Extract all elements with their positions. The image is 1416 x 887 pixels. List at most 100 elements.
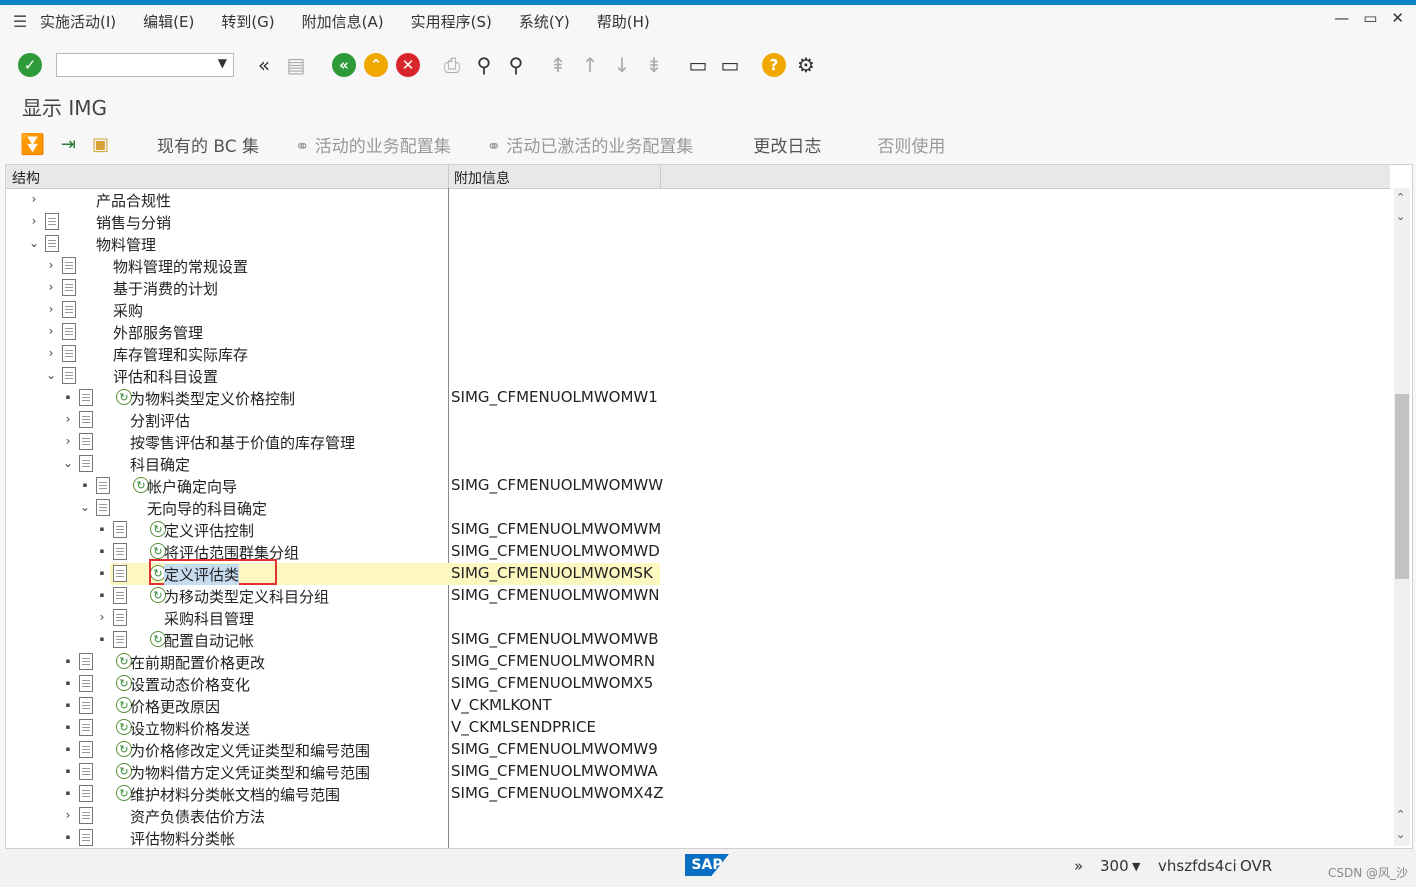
expand-node-icon[interactable]: › xyxy=(28,192,40,206)
document-icon[interactable] xyxy=(79,697,93,714)
tree-node-label[interactable]: 评估物料分类帐 xyxy=(130,828,235,848)
menu-item-goto[interactable]: 转到(G) xyxy=(221,11,274,32)
green-back-icon[interactable]: « xyxy=(330,51,358,79)
expand-node-icon[interactable]: › xyxy=(28,214,40,228)
document-icon[interactable] xyxy=(113,521,127,538)
tree-node-label[interactable]: 科目确定 xyxy=(130,454,190,475)
document-icon[interactable] xyxy=(79,719,93,736)
col-info[interactable]: 附加信息 xyxy=(454,168,510,188)
tree-node-label[interactable]: 价格更改原因 xyxy=(130,696,220,717)
new-session-icon[interactable]: ▭ xyxy=(684,51,712,79)
tree-node-label[interactable]: 物料管理 xyxy=(96,234,156,255)
tree-row[interactable]: ▪ ↻ 维护材料分类帐文档的编号范围 SIMG_CFMENUOLMWOMX4Z xyxy=(6,783,1390,805)
column-divider[interactable] xyxy=(660,165,661,188)
orange-up-icon[interactable]: ⌃ xyxy=(362,51,390,79)
usage-button[interactable]: 否则使用 xyxy=(877,132,945,157)
tree-node-label[interactable]: 为物料借方定义凭证类型和编号范围 xyxy=(130,762,370,783)
scroll-up-icon[interactable]: ⌃ xyxy=(1396,191,1405,204)
menu-item-help[interactable]: 帮助(H) xyxy=(597,11,650,32)
tree-node-label[interactable]: 设置动态价格变化 xyxy=(130,674,250,695)
tree-row[interactable]: › 分割评估 xyxy=(6,409,1390,431)
tree-node-label[interactable]: 维护材料分类帐文档的编号范围 xyxy=(130,784,340,805)
close-icon[interactable]: ✕ xyxy=(1391,9,1404,27)
document-icon[interactable] xyxy=(96,477,110,494)
collapse-icon[interactable]: ⏬ xyxy=(20,132,45,156)
tree-row[interactable]: › 资产负债表估价方法 xyxy=(6,805,1390,827)
tree-node-label[interactable]: 设立物料价格发送 xyxy=(130,718,250,739)
shortcut-icon[interactable]: ▭ xyxy=(716,51,744,79)
tree-row[interactable]: › 销售与分销 xyxy=(6,211,1390,233)
tree-row[interactable]: › 外部服务管理 xyxy=(6,321,1390,343)
expand-node-icon[interactable]: › xyxy=(62,434,74,448)
tree-node-label[interactable]: 采购 xyxy=(113,300,143,321)
document-icon[interactable] xyxy=(113,543,127,560)
tree-node-label[interactable]: 库存管理和实际库存 xyxy=(113,344,248,365)
menu-item-system[interactable]: 系统(Y) xyxy=(519,11,570,32)
document-icon[interactable] xyxy=(79,433,93,450)
document-icon[interactable] xyxy=(79,411,93,428)
col-structure[interactable]: 结构 xyxy=(12,168,40,188)
tree-row[interactable]: ▪ ↻ 在前期配置价格更改 SIMG_CFMENUOLMWOMRN xyxy=(6,651,1390,673)
tree-row[interactable]: ▪ ↻ 定义评估类 SIMG_CFMENUOLMWOMSK xyxy=(6,559,1390,585)
tree-node-label[interactable]: 评估和科目设置 xyxy=(113,366,218,387)
tree-row[interactable]: ▪ ↻ 帐户确定向导 SIMG_CFMENUOLMWOMWW xyxy=(6,475,1390,497)
tree-row[interactable]: ▪ ↻ 定义评估控制 SIMG_CFMENUOLMWOMWM xyxy=(6,519,1390,541)
tree-node-label[interactable]: 无向导的科目确定 xyxy=(147,498,267,519)
status-expand-icon[interactable]: » xyxy=(1074,857,1083,875)
tree-row[interactable]: › 基于消费的计划 xyxy=(6,277,1390,299)
tree-row[interactable]: › 库存管理和实际库存 xyxy=(6,343,1390,365)
document-icon[interactable] xyxy=(96,499,110,516)
tree-node-label[interactable]: 在前期配置价格更改 xyxy=(130,652,265,673)
find-icon[interactable]: ⚲ xyxy=(470,51,498,79)
document-icon[interactable] xyxy=(113,609,127,626)
tree-row[interactable]: › 物料管理的常规设置 xyxy=(6,255,1390,277)
scrollbar-thumb[interactable] xyxy=(1395,394,1409,579)
tree-row[interactable]: ▪ ↻ 设置动态价格变化 SIMG_CFMENUOLMWOMX5 xyxy=(6,673,1390,695)
tree-node-label[interactable]: 基于消费的计划 xyxy=(113,278,218,299)
tree-row[interactable]: ▪ ↻ 为移动类型定义科目分组 SIMG_CFMENUOLMWOMWN xyxy=(6,585,1390,607)
tree-row[interactable]: ▪ ↻ 为物料借方定义凭证类型和编号范围 SIMG_CFMENUOLMWOMWA xyxy=(6,761,1390,783)
tree-row[interactable]: ▪ ↻ 为物料类型定义价格控制 SIMG_CFMENUOLMWOMW1 xyxy=(6,387,1390,409)
tree-node-label[interactable]: 配置自动记帐 xyxy=(164,630,254,651)
document-icon[interactable] xyxy=(62,301,76,318)
tree-row[interactable]: ▪ ↻ 配置自动记帐 SIMG_CFMENUOLMWOMWB xyxy=(6,629,1390,651)
tree-row[interactable]: › 采购科目管理 xyxy=(6,607,1390,629)
tree-row[interactable]: ▪ ↻ 为价格修改定义凭证类型和编号范围 SIMG_CFMENUOLMWOMW9 xyxy=(6,739,1390,761)
document-icon[interactable] xyxy=(79,829,93,846)
collapse-node-icon[interactable]: ⌄ xyxy=(28,236,40,250)
column-divider[interactable] xyxy=(448,165,449,188)
menu-item-extras[interactable]: 附加信息(A) xyxy=(302,11,384,32)
document-icon[interactable] xyxy=(79,741,93,758)
tree-node-label[interactable]: 为物料类型定义价格控制 xyxy=(130,388,295,409)
tree-node-label[interactable]: 定义评估类 xyxy=(164,564,240,585)
tree-node-label[interactable]: 资产负债表估价方法 xyxy=(130,806,265,827)
menu-item-edit[interactable]: 编辑(E) xyxy=(143,11,194,32)
clipboard-icon[interactable]: ▣ xyxy=(92,134,109,155)
expand-node-icon[interactable]: › xyxy=(45,346,57,360)
expand-node-icon[interactable]: › xyxy=(45,302,57,316)
expand-node-icon[interactable]: › xyxy=(96,610,108,624)
expand-node-icon[interactable]: › xyxy=(45,324,57,338)
expand-node-icon[interactable]: › xyxy=(62,412,74,426)
document-icon[interactable] xyxy=(79,675,93,692)
settings-icon[interactable]: ⚙ xyxy=(792,51,820,79)
scroll-down-icon[interactable]: ⌄ xyxy=(1396,210,1405,223)
menu-icon[interactable]: ☰ xyxy=(0,12,40,31)
tree-row[interactable]: ⌄ 无向导的科目确定 xyxy=(6,497,1390,519)
tree-row[interactable]: › 按零售评估和基于价值的库存管理 xyxy=(6,431,1390,453)
check-icon[interactable]: ✓ xyxy=(16,51,44,79)
document-icon[interactable] xyxy=(79,389,93,406)
tree-row[interactable]: ⌄ 评估和科目设置 xyxy=(6,365,1390,387)
tree-node-label[interactable]: 采购科目管理 xyxy=(164,608,254,629)
expand-node-icon[interactable]: › xyxy=(45,280,57,294)
tree-row[interactable]: ⌄ 物料管理 xyxy=(6,233,1390,255)
expand-node-icon[interactable]: › xyxy=(62,808,74,822)
document-icon[interactable] xyxy=(113,631,127,648)
existing-bc-button[interactable]: 现有的 BC 集 xyxy=(157,132,259,157)
tree-row[interactable]: ▪ ↻ 设立物料价格发送 V_CKMLSENDPRICE xyxy=(6,717,1390,739)
expand-node-icon[interactable]: › xyxy=(45,258,57,272)
tree-row[interactable]: ⌄ 科目确定 xyxy=(6,453,1390,475)
scroll-down-icon[interactable]: ⌄ xyxy=(1396,828,1405,841)
first-page-icon[interactable]: ⇞ xyxy=(544,51,572,79)
tree-row[interactable]: › 产品合规性 xyxy=(6,189,1390,211)
